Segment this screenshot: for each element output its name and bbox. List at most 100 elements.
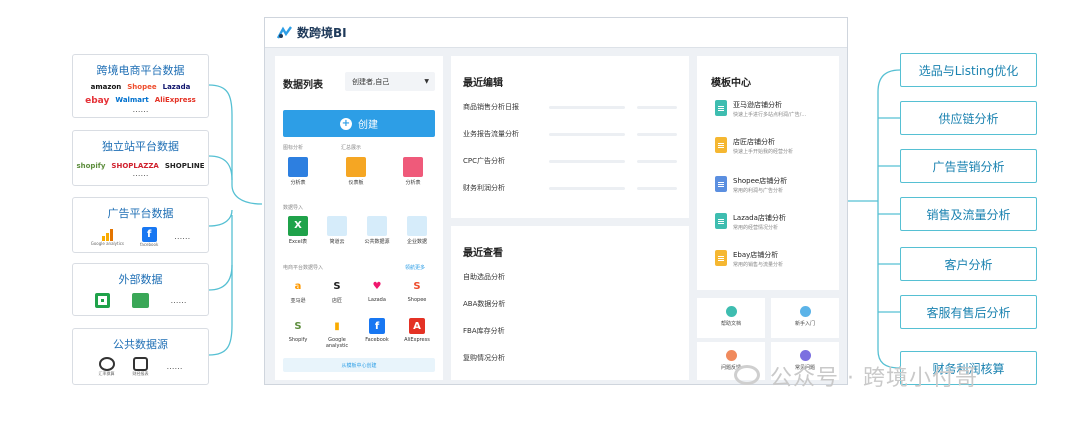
shopify-icon: S	[294, 320, 302, 332]
recent-edit-item[interactable]: 商品销售分析日报	[463, 102, 519, 112]
template-item[interactable]: Shopee店铺分析 常用的利润与广告分析	[715, 176, 787, 194]
brand-name: 数跨境BI	[297, 26, 347, 40]
google-analytics-import[interactable]: ▮ Google analystic	[317, 318, 357, 350]
google-analytics-icon: ▮	[334, 320, 340, 332]
connector-source-4	[208, 215, 233, 291]
template-item[interactable]: Ebay店铺分析 常用的销售与流量分析	[715, 250, 783, 268]
wechat-icon	[734, 365, 760, 385]
facebook-icon: f facebook	[139, 227, 159, 247]
amazon-import[interactable]: a 亚马逊	[278, 278, 318, 305]
recent-view-item[interactable]: 复购情况分析	[463, 353, 505, 363]
watermark-text: 公众号 · 跨境小付哥	[770, 366, 978, 391]
recent-view-panel: 最近查看 自助选品分析 ABA数据分析 FBA库存分析 复购情况分析	[451, 226, 689, 380]
creator-filter-select[interactable]: 创建者,自己 ▼	[345, 72, 435, 91]
shopify-logo: shopify	[76, 162, 106, 170]
getting-started-tile[interactable]: 新手入门	[771, 298, 839, 338]
shoplazza-icon: S	[333, 280, 341, 292]
csv-icon	[131, 293, 149, 308]
source-ads: 广告平台数据 Google analytics f facebook ……	[72, 197, 209, 253]
source-ecommerce: 跨境电商平台数据 amazon Shopee Lazada ebay Walma…	[72, 54, 209, 118]
target-item: 选品与Listing优化	[900, 53, 1037, 87]
recent-view-item[interactable]: 自助选品分析	[463, 272, 505, 282]
recent-edit-title: 最近编辑	[463, 78, 503, 89]
filter-value: 创建者,自己	[352, 77, 390, 86]
building-icon	[407, 216, 427, 236]
recent-edit-item[interactable]: CPC广告分析	[463, 156, 505, 166]
placeholder-bar	[549, 160, 625, 163]
more-dots: ……	[132, 105, 149, 114]
dashboard-tool[interactable]: 仪表板	[336, 157, 376, 186]
aliexpress-import[interactable]: A AliExpress	[397, 318, 437, 343]
excel-icon: X	[288, 216, 308, 236]
icon-row: 汇率换算 财经报表 ……	[73, 357, 208, 377]
source-independent: 独立站平台数据 shopify SHOPLAZZA SHOPLINE ……	[72, 130, 209, 186]
template-item[interactable]: Lazada店铺分析 常用的经营情况分析	[715, 213, 786, 231]
exchange-rate-icon: 汇率换算	[98, 357, 115, 377]
lazada-logo: Lazada	[162, 83, 191, 91]
jiandaoyun-import-tool[interactable]: 简道云	[317, 216, 357, 245]
more-dots: ……	[166, 362, 183, 371]
recent-edit-item[interactable]: 财务利润分析	[463, 183, 505, 193]
guide-icon	[799, 306, 811, 317]
more-platforms-link[interactable]: 领航更多	[405, 264, 425, 271]
connector-source-1	[208, 84, 263, 205]
database-icon	[367, 216, 387, 236]
data-list-panel: 数据列表 创建者,自己 ▼ + 创建 图标分析 汇总展示 分析表 仪表板 分析表…	[275, 56, 443, 380]
connector-source-2	[208, 155, 233, 181]
recent-edit-item[interactable]: 业务报告流量分析	[463, 129, 519, 139]
target-item: 销售及流量分析	[900, 197, 1037, 231]
more-dots: ……	[174, 232, 191, 241]
data-list-title: 数据列表	[283, 80, 323, 91]
facebook-import[interactable]: f Facebook	[357, 318, 397, 343]
recent-view-item[interactable]: ABA数据分析	[463, 299, 505, 309]
placeholder-bar	[637, 187, 677, 190]
feedback-icon	[725, 350, 737, 361]
plus-icon: +	[340, 117, 352, 130]
enterprise-data-import-tool[interactable]: 企业数据	[397, 216, 437, 245]
create-from-template-button[interactable]: 从模板中心创建	[283, 358, 435, 372]
shopee-icon: S	[413, 280, 421, 292]
facebook-icon: f	[369, 318, 385, 334]
source-external: 外部数据 ……	[72, 263, 209, 316]
logo-row: amazon Shopee Lazada	[73, 83, 208, 91]
lazada-import[interactable]: ♥ Lazada	[357, 278, 397, 304]
source-title: 独立站平台数据	[102, 140, 179, 153]
section-label: 数据导入	[283, 205, 304, 211]
icon-row: ……	[73, 293, 208, 308]
placeholder-bar	[549, 106, 625, 109]
shopify-import[interactable]: S Shopify	[278, 318, 318, 344]
document-icon	[715, 176, 727, 192]
document-icon	[715, 100, 727, 116]
analysis-table-tool-2[interactable]: 分析表	[393, 157, 433, 186]
aliexpress-logo: AliExpress	[154, 96, 196, 104]
more-dots: ……	[132, 169, 149, 178]
dashboard-icon	[346, 157, 366, 177]
template-item[interactable]: 店匠店铺分析 快速上手开始我的经营分析	[715, 137, 793, 155]
create-button[interactable]: + 创建	[283, 110, 435, 137]
target-item: 供应链分析	[900, 101, 1037, 135]
aliexpress-icon: A	[409, 318, 425, 334]
app-titlebar: 数跨境BI	[265, 18, 847, 48]
document-icon	[715, 213, 727, 229]
shoplazza-import[interactable]: S 店匠	[317, 278, 357, 305]
shopee-import[interactable]: S Shopee	[397, 278, 437, 304]
shopline-logo: SHOPLINE	[164, 162, 205, 170]
table-icon	[403, 157, 423, 177]
target-item: 客户分析	[900, 247, 1037, 281]
ebay-logo: ebay	[85, 96, 110, 106]
logo-row: Google analytics f facebook ……	[73, 227, 208, 247]
analysis-table-tool[interactable]: 分析表	[278, 157, 318, 186]
source-title: 广告平台数据	[107, 207, 174, 220]
help-docs-tile[interactable]: 帮助文档	[697, 298, 765, 338]
excel-import-tool[interactable]: X Excel表	[278, 216, 318, 245]
public-source-import-tool[interactable]: 公共数据源	[357, 216, 397, 245]
amazon-icon: a	[294, 280, 302, 292]
source-title: 外部数据	[118, 273, 163, 286]
create-label: 创建	[358, 120, 378, 131]
placeholder-bar	[549, 133, 625, 136]
recent-view-item[interactable]: FBA库存分析	[463, 326, 505, 336]
section-label: 电商平台数据导入	[283, 265, 324, 271]
source-title: 跨境电商平台数据	[96, 64, 185, 77]
template-item[interactable]: 亚马逊店铺分析 快速上手进行多站点利润/广告/...	[715, 100, 806, 118]
file-icon	[94, 293, 110, 308]
